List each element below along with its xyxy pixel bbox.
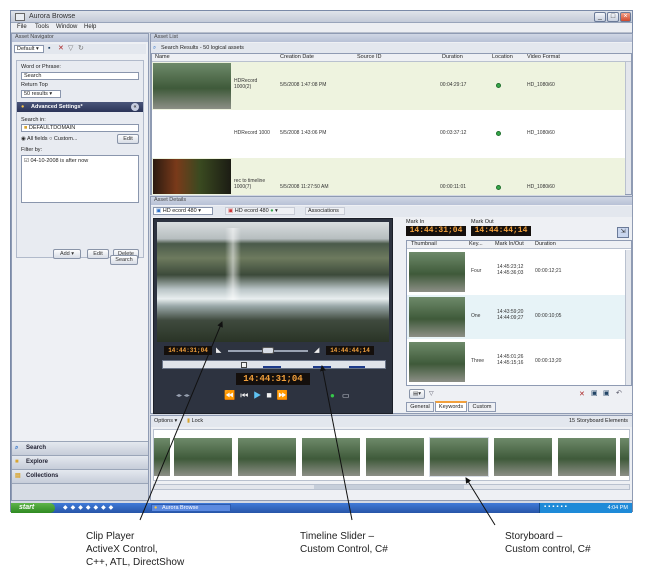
storyboard-annotation: Storyboard – Custom control, C# [505,530,591,556]
annotation-line: Clip Player [86,531,135,542]
annotation-line: Custom control, C# [505,544,591,555]
annotation-arrows [139,321,496,526]
player-arrow [139,321,223,521]
annotation-line: C++, ATL, DirectShow [86,557,185,568]
slider-arrow [320,365,353,521]
player-annotation: Clip Player ActiveX Control, C++, ATL, D… [86,530,184,569]
annotation-line: Custom Control, C# [300,544,388,555]
annotation-line: Timeline Slider – [300,531,375,542]
slider-annotation: Timeline Slider – Custom Control, C# [300,530,388,556]
annotation-line: Storyboard – [505,531,563,542]
storyboard-arrow [465,477,496,526]
annotation-line: ActiveX Control, [86,544,158,555]
